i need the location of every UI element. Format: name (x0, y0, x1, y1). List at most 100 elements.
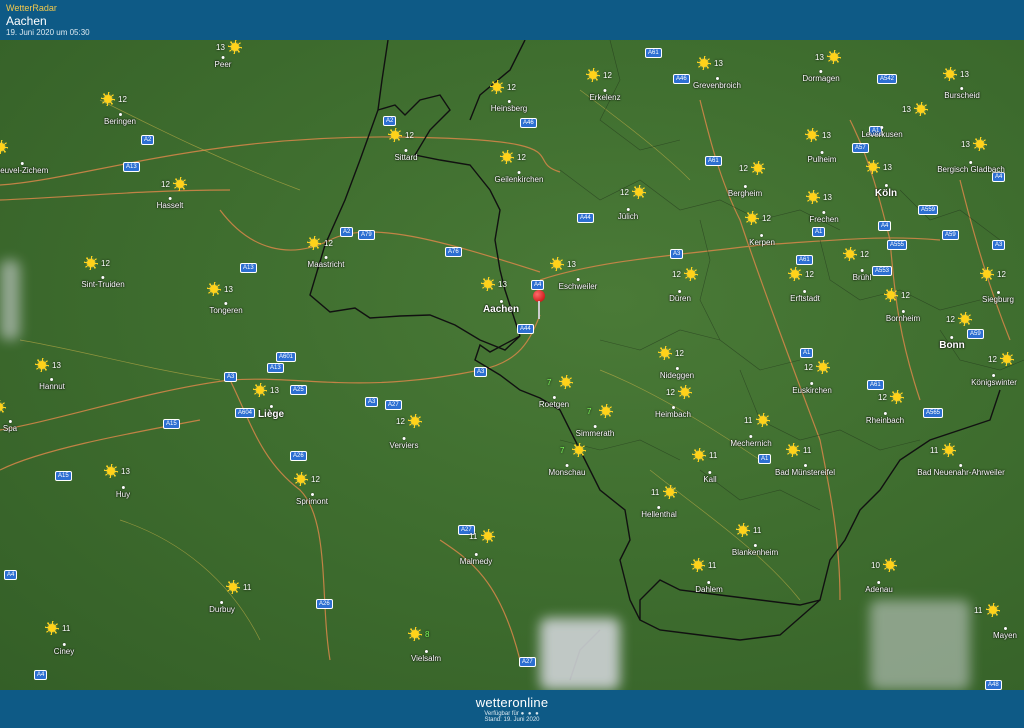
city-label[interactable]: Simmerath (575, 425, 615, 438)
city-dot (402, 437, 406, 440)
city-label[interactable]: Siegburg (982, 291, 1014, 304)
location-title: Aachen (6, 14, 47, 28)
temperature-value: 11 (803, 446, 812, 455)
city-dot (118, 113, 122, 116)
city-name: Simmerath (575, 429, 615, 438)
sun-icon (697, 56, 711, 70)
sun-icon (805, 128, 819, 142)
city-label[interactable]: Liège (258, 405, 284, 420)
city-label[interactable]: Bergisch Gladbach (937, 161, 1005, 174)
city-label[interactable]: Ciney (54, 643, 74, 656)
city-label[interactable]: Leverkusen (861, 126, 903, 139)
city-label[interactable]: Durbuy (209, 601, 235, 614)
city-dot (860, 269, 864, 272)
city-label[interactable]: Blankenheim (732, 544, 778, 557)
city-name: Spa (2, 424, 18, 433)
city-label[interactable]: Hannut (39, 378, 65, 391)
road-badge: A61 (705, 156, 722, 166)
city-label[interactable]: Dahlem (695, 581, 723, 594)
road-badge: A27 (385, 400, 402, 410)
city-label[interactable]: Jülich (618, 208, 638, 221)
city-label[interactable]: Düren (669, 290, 691, 303)
city-name: Brühl (852, 273, 872, 282)
city-label[interactable]: Frechen (809, 211, 839, 224)
temperature-value: 11 (709, 451, 718, 460)
city-name: Dormagen (802, 74, 840, 83)
city-label[interactable]: Adenau (865, 581, 893, 594)
city-label[interactable]: Hellenthal (641, 506, 677, 519)
city-label[interactable]: Brühl (852, 269, 872, 282)
city-label[interactable]: Aachen (483, 300, 519, 315)
city-dot (507, 100, 511, 103)
city-label[interactable]: Tongeren (209, 302, 243, 315)
sun-icon (0, 400, 6, 414)
city-dot (883, 412, 887, 415)
city-name: Maastricht (307, 260, 345, 269)
city-label[interactable]: Dormagen (802, 70, 840, 83)
sun-icon (101, 92, 115, 106)
city-label[interactable]: Erkelenz (589, 89, 621, 102)
city-label[interactable]: Malmedy (460, 553, 492, 566)
city-label[interactable]: Maastricht (307, 256, 345, 269)
sun-icon (632, 185, 646, 199)
temperature-value: 12 (101, 259, 110, 268)
city-label[interactable]: Bergheim (728, 185, 762, 198)
city-label[interactable]: Geilenkirchen (495, 171, 543, 184)
city-label[interactable]: Bad Neuenahr-Ahrweiler (917, 464, 1005, 477)
road-badge: A13 (240, 263, 257, 273)
city-label[interactable]: heuvel-Zichem (0, 162, 48, 175)
city-name: Tongeren (209, 306, 243, 315)
city-dot (760, 234, 764, 237)
temperature-value: 11 (708, 561, 717, 570)
road-badge: A601 (276, 352, 297, 362)
temperature-value: 13 (714, 59, 723, 68)
city-label[interactable]: Nideggen (660, 367, 694, 380)
city-label[interactable]: Heinsberg (491, 100, 527, 113)
city-label[interactable]: Köln (875, 184, 897, 199)
city-label[interactable]: Eschweiler (559, 278, 597, 291)
city-label[interactable]: Kerpen (749, 234, 775, 247)
sun-icon (207, 282, 221, 296)
city-name: Roetgen (538, 400, 570, 409)
city-label[interactable]: Vielsalm (411, 650, 441, 663)
city-label[interactable]: Beringen (104, 113, 136, 126)
city-label[interactable]: Erftstadt (790, 290, 820, 303)
city-label[interactable]: Kall (703, 471, 717, 484)
city-label[interactable]: Bornheim (886, 310, 920, 323)
city-label[interactable]: Pulheim (808, 151, 836, 164)
city-label[interactable]: Bonn (939, 336, 965, 351)
city-label[interactable]: Huy (116, 486, 130, 499)
city-label[interactable]: Grevenbroich (693, 77, 741, 90)
city-name: Mayen (992, 631, 1018, 640)
city-label[interactable]: Bad Münstereifel (775, 464, 835, 477)
temperature-value: 11 (753, 526, 762, 535)
city-label[interactable]: Euskirchen (792, 382, 832, 395)
city-label[interactable]: Sittard (394, 149, 418, 162)
location-pin-icon[interactable] (533, 290, 545, 320)
radar-map[interactable]: A2 A13 A2 A13 A2 A76 A79 A13 A601 A3 A25… (0, 40, 1024, 690)
city-name: Jülich (617, 212, 639, 221)
city-name: Siegburg (981, 295, 1015, 304)
city-label[interactable]: Mayen (993, 627, 1017, 640)
city-label[interactable]: Monschau (549, 464, 585, 477)
sun-icon (980, 267, 994, 281)
city-label[interactable]: Rheinbach (866, 412, 904, 425)
city-label[interactable]: Heimbach (655, 406, 691, 419)
sun-icon (684, 267, 698, 281)
city-dot (62, 643, 66, 646)
city-label[interactable]: Burscheid (944, 87, 980, 100)
city-label[interactable]: Königswinter (971, 374, 1017, 387)
city-label[interactable]: Verviers (390, 437, 418, 450)
temperature-value: 7 (587, 407, 592, 416)
sun-icon (599, 404, 613, 418)
road-badge: A565 (923, 408, 944, 418)
city-label[interactable]: Peer (215, 56, 231, 69)
city-label[interactable]: Mechernich (730, 435, 772, 448)
city-label[interactable]: Sprimont (296, 493, 328, 506)
city-label[interactable]: Spa (3, 420, 17, 433)
city-label[interactable]: Sint-Truiden (81, 276, 125, 289)
city-name: Vielsalm (410, 654, 442, 663)
sun-icon (884, 288, 898, 302)
city-label[interactable]: Roetgen (539, 396, 569, 409)
city-label[interactable]: Hasselt (157, 197, 183, 210)
